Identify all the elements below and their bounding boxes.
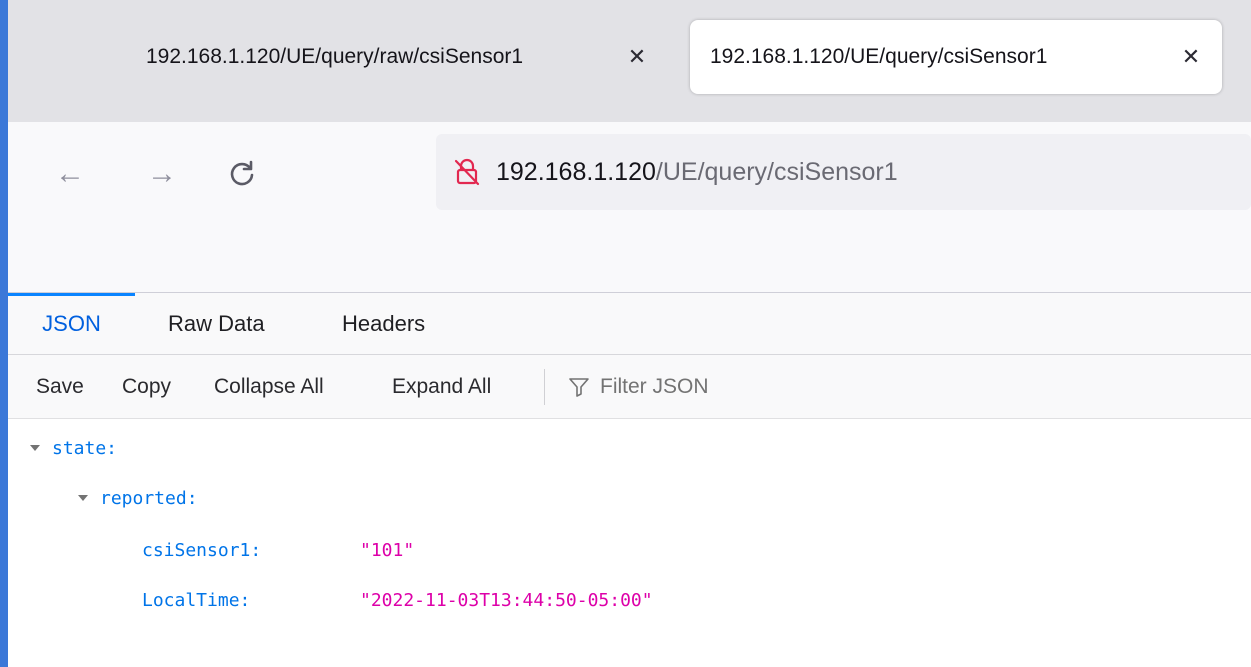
collapse-triangle-icon[interactable] bbox=[26, 439, 44, 457]
toolbar-separator bbox=[544, 369, 545, 405]
back-arrow-icon[interactable]: ← bbox=[48, 152, 92, 196]
insecure-lock-icon[interactable] bbox=[450, 155, 484, 189]
tree-row-localtime[interactable]: LocalTime: "2022-11-03T13:44:50-05:00" bbox=[142, 580, 653, 620]
json-tree: state: reported: csiSensor1: "101" Local… bbox=[8, 420, 1251, 667]
json-key: LocalTime: bbox=[142, 589, 251, 611]
tab-strip: 192.168.1.120/UE/query/raw/csiSensor1 ✕ … bbox=[8, 0, 1251, 122]
tab-title: 192.168.1.120/UE/query/raw/csiSensor1 bbox=[146, 45, 524, 68]
tree-node-state[interactable]: state: bbox=[26, 428, 117, 468]
close-tab-icon[interactable]: ✕ bbox=[620, 40, 654, 74]
reload-icon[interactable] bbox=[220, 152, 264, 196]
window-border bbox=[0, 0, 8, 667]
expand-all-button[interactable]: Expand All bbox=[392, 355, 491, 419]
json-value: "101" bbox=[360, 539, 415, 561]
tab-headers[interactable]: Headers bbox=[342, 293, 425, 355]
close-tab-icon[interactable]: ✕ bbox=[1174, 40, 1208, 74]
collapse-all-button[interactable]: Collapse All bbox=[214, 355, 324, 419]
json-key: state: bbox=[52, 437, 118, 459]
tab-csisensor1[interactable]: 192.168.1.120/UE/query/csiSensor1 ✕ bbox=[690, 20, 1222, 94]
filter-funnel-icon bbox=[568, 375, 592, 399]
tree-row-csisensor1[interactable]: csiSensor1: "101" bbox=[142, 530, 414, 570]
tab-raw-csisensor1[interactable]: 192.168.1.120/UE/query/raw/csiSensor1 ✕ bbox=[128, 20, 668, 94]
tree-node-reported[interactable]: reported: bbox=[74, 478, 198, 518]
tab-raw-data[interactable]: Raw Data bbox=[168, 293, 265, 355]
url-text[interactable]: 192.168.1.120/UE/query/csiSensor1 bbox=[496, 158, 898, 187]
tab-title: 192.168.1.120/UE/query/csiSensor1 bbox=[710, 45, 1048, 68]
json-value: "2022-11-03T13:44:50-05:00" bbox=[360, 589, 653, 611]
tab-json[interactable]: JSON bbox=[8, 293, 135, 355]
json-key: reported: bbox=[100, 487, 198, 509]
copy-button[interactable]: Copy bbox=[122, 355, 171, 419]
address-bar[interactable]: 192.168.1.120/UE/query/csiSensor1 bbox=[436, 134, 1251, 210]
url-host: 192.168.1.120 bbox=[496, 157, 656, 186]
url-path: /UE/query/csiSensor1 bbox=[655, 157, 898, 186]
forward-arrow-icon[interactable]: → bbox=[140, 152, 184, 196]
json-viewer-tabs: JSON Raw Data Headers bbox=[8, 293, 1251, 355]
json-actions-toolbar: Save Copy Collapse All Expand All bbox=[8, 355, 1251, 419]
save-button[interactable]: Save bbox=[36, 355, 84, 419]
json-key: csiSensor1: bbox=[142, 539, 262, 561]
filter-json-input[interactable] bbox=[600, 375, 900, 399]
collapse-triangle-icon[interactable] bbox=[74, 489, 92, 507]
navigation-toolbar: ← → 192.168.1.120/UE/query/csiSensor1 bbox=[8, 122, 1251, 292]
filter-json-field[interactable] bbox=[568, 355, 968, 419]
